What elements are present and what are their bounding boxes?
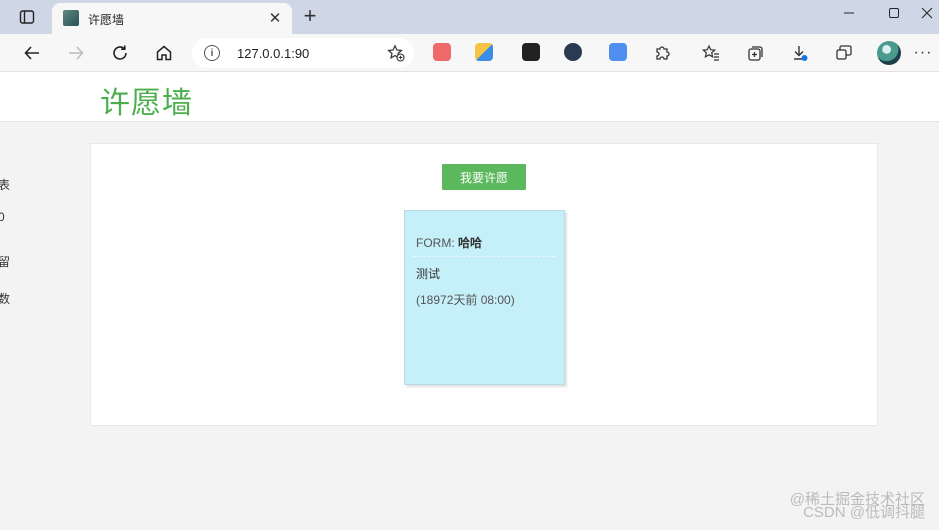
card-divider — [413, 256, 555, 257]
maximize-icon[interactable] — [879, 3, 909, 23]
close-window-icon[interactable] — [915, 3, 939, 23]
edge-glyph: 表 — [0, 178, 11, 192]
wish-wall-container: 我要许愿 FORM: 哈哈 测试 (18972天前 08:00) — [90, 143, 878, 426]
extension-circle-icon[interactable] — [564, 43, 582, 61]
browser-toolbar: i 127.0.0.1:90 ··· — [0, 34, 939, 72]
profile-avatar[interactable] — [877, 41, 901, 65]
edge-glyph: 留 — [0, 255, 11, 269]
close-tab-icon[interactable]: ✕ — [266, 9, 284, 27]
tab-title: 许愿墙 — [88, 13, 125, 27]
back-arrow-icon[interactable] — [18, 39, 46, 67]
extension-dark-icon[interactable] — [522, 43, 540, 61]
edge-glyph: 数 — [0, 292, 11, 306]
minimize-icon[interactable] — [834, 3, 864, 23]
watermark-line-2: CSDN @低调抖腿 — [803, 504, 925, 521]
address-bar[interactable]: i 127.0.0.1:90 — [192, 38, 414, 68]
google-translate-icon[interactable] — [609, 43, 627, 61]
wish-message: 测试 — [416, 267, 441, 281]
left-edge-clipped-text: 表 0 留 数 — [0, 122, 11, 482]
add-favorite-icon[interactable] — [386, 43, 406, 63]
collections-icon[interactable] — [742, 39, 770, 67]
new-tab-icon[interactable]: + — [300, 5, 320, 27]
site-favicon-icon — [63, 10, 79, 26]
home-icon[interactable] — [150, 39, 178, 67]
from-label: FORM: — [416, 236, 455, 250]
url-text[interactable]: 127.0.0.1:90 — [237, 46, 309, 61]
active-tab[interactable]: 许愿墙 ✕ — [52, 3, 292, 34]
extension-red-icon[interactable] — [433, 43, 451, 61]
tab-actions-icon[interactable] — [16, 7, 38, 27]
extensions-puzzle-icon[interactable] — [648, 39, 676, 67]
favorites-icon[interactable] — [697, 39, 725, 67]
from-name: 哈哈 — [458, 236, 483, 250]
site-title: 许愿墙 — [100, 87, 193, 120]
page-viewport: 许愿墙 表 0 留 数 我要许愿 FORM: 哈哈 测试 (18972天前 08… — [0, 72, 939, 530]
more-menu-icon[interactable]: ··· — [910, 39, 936, 67]
make-wish-button[interactable]: 我要许愿 — [442, 164, 526, 190]
edge-glyph: 0 — [0, 210, 5, 224]
refresh-icon[interactable] — [106, 39, 134, 67]
downloads-icon[interactable] — [786, 39, 814, 67]
site-header: 许愿墙 — [0, 72, 939, 122]
wish-time: (18972天前 08:00) — [416, 293, 515, 307]
wish-card[interactable]: FORM: 哈哈 测试 (18972天前 08:00) — [404, 210, 565, 385]
tab-strip: 许愿墙 ✕ + — [0, 0, 939, 34]
screenshot-icon[interactable] — [830, 39, 858, 67]
info-icon[interactable]: i — [204, 45, 220, 61]
forward-arrow-icon[interactable] — [62, 39, 90, 67]
translate-extension-icon[interactable] — [475, 43, 493, 61]
watermark: @稀土掘金技术社区 CSDN @低调抖腿 — [790, 492, 925, 520]
wish-card-from: FORM: 哈哈 — [416, 234, 482, 251]
